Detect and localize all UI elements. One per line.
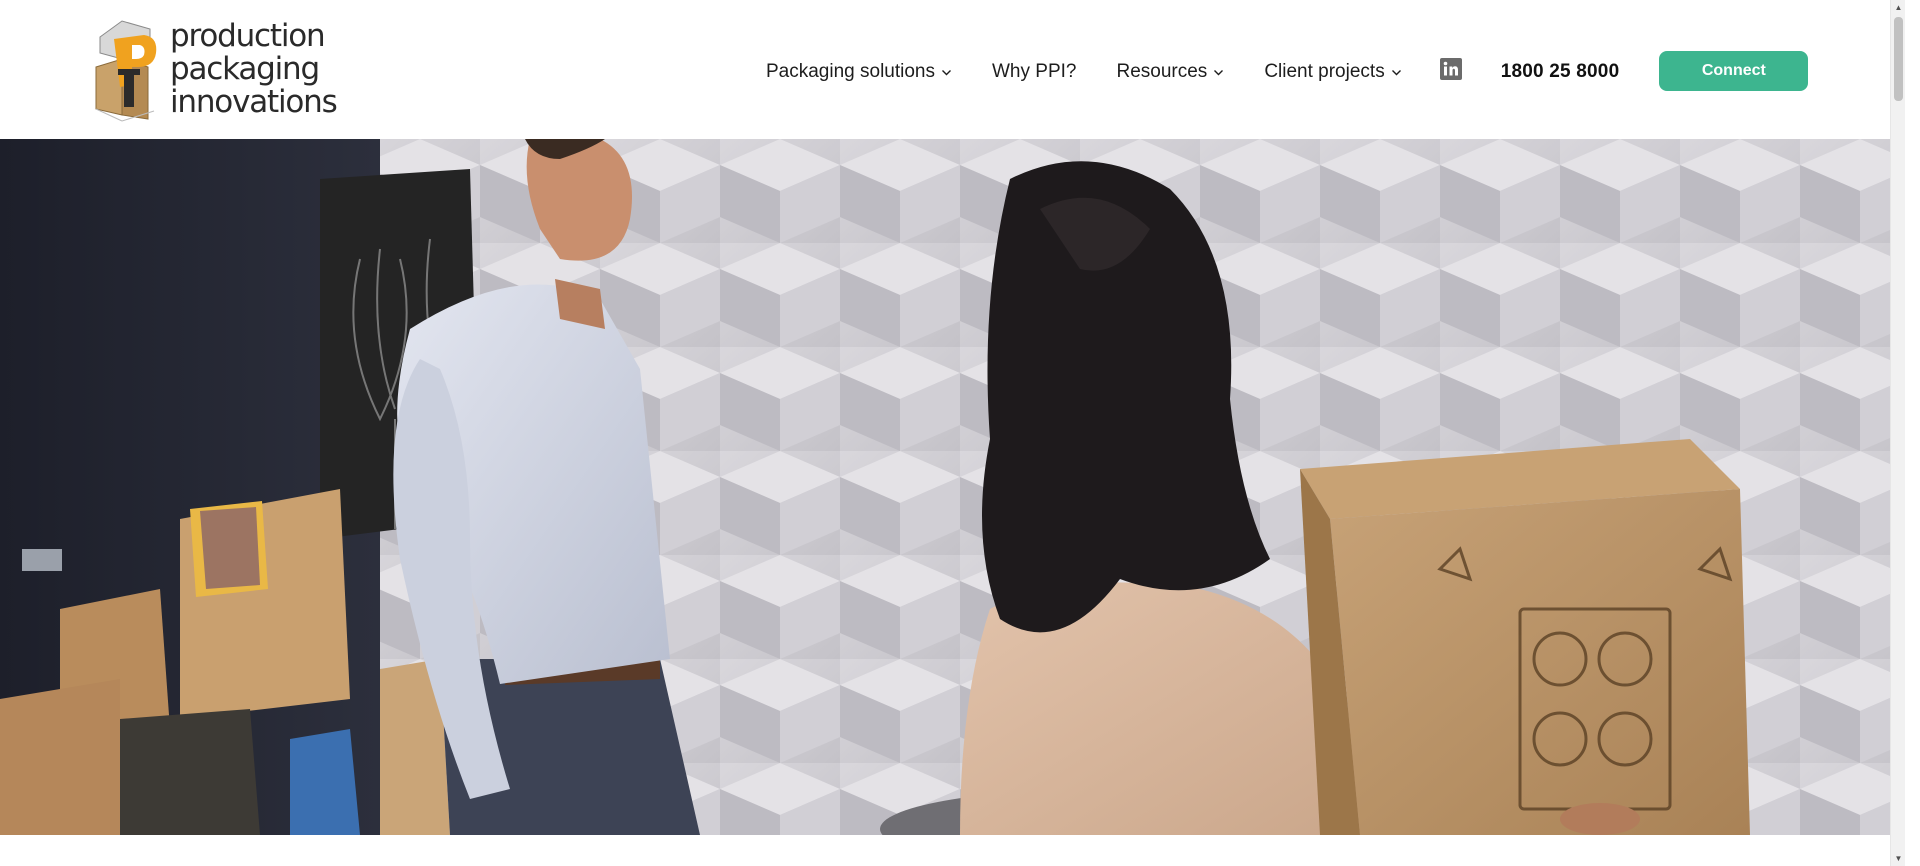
hero-photo — [0, 139, 1905, 835]
scroll-up-icon[interactable]: ▲ — [1891, 0, 1905, 15]
logo-mark-icon — [92, 15, 168, 123]
logo-line-3: innovations — [170, 83, 338, 120]
nav-packaging-solutions[interactable]: Packaging solutions — [766, 61, 952, 83]
logo-line-1: production — [170, 17, 326, 54]
logo-wordmark: production packaging innovations — [170, 17, 338, 120]
scroll-thumb[interactable] — [1894, 17, 1903, 101]
nav-packaging-solutions-label: Packaging solutions — [766, 61, 935, 82]
nav-client-projects-label: Client projects — [1264, 61, 1385, 82]
main-nav: Packaging solutions Why PPI? Resources C… — [766, 51, 1809, 92]
page: production packaging innovations Packagi… — [0, 0, 1905, 866]
chevron-down-icon — [1213, 67, 1224, 78]
nav-why-ppi-label: Why PPI? — [992, 61, 1077, 82]
nav-why-ppi[interactable]: Why PPI? — [992, 61, 1076, 83]
vertical-scrollbar[interactable]: ▲ ▼ — [1890, 0, 1905, 866]
nav-client-projects[interactable]: Client projects — [1264, 61, 1401, 83]
nav-resources-label: Resources — [1116, 61, 1208, 82]
chevron-down-icon — [941, 67, 952, 78]
linkedin-icon[interactable] — [1439, 58, 1462, 80]
phone-link[interactable]: 1800 25 8000 — [1501, 61, 1620, 83]
connect-button[interactable]: Connect — [1659, 51, 1809, 91]
logo-line-2: packaging — [170, 50, 320, 87]
site-header: production packaging innovations Packagi… — [0, 0, 1905, 139]
hero-image — [0, 139, 1905, 835]
chevron-down-icon — [1391, 67, 1402, 78]
nav-resources[interactable]: Resources — [1116, 61, 1224, 83]
logo-link[interactable]: production packaging innovations — [92, 12, 362, 126]
scroll-down-icon[interactable]: ▼ — [1891, 851, 1905, 866]
